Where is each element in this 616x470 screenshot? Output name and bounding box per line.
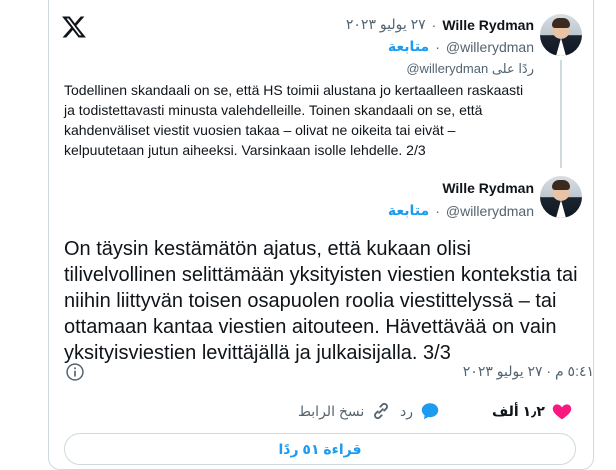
tweet1-author-name[interactable]: Wille Rydman (442, 17, 534, 33)
tweet2-text: On täysin kestämätön ajatus, että kukaan… (64, 238, 578, 364)
read-replies-button[interactable]: قراءة ٥١ ردًا (64, 433, 576, 465)
tweet2-header-row1: Wille Rydman (442, 180, 534, 196)
tweet2-header-row2: متابعة · @willerydman (388, 202, 534, 219)
tweet1-follow-button[interactable]: متابعة (388, 38, 429, 55)
tweet1-text: Todellinen skandaali on se, että HS toim… (64, 82, 524, 158)
tweet2-author-handle[interactable]: @willerydman (446, 203, 534, 219)
tweet2-author-name[interactable]: Wille Rydman (442, 180, 534, 196)
reply-action[interactable]: رد (400, 400, 441, 422)
replying-to-prefix: ردًا على (491, 61, 534, 76)
tweet1-date[interactable]: ٢٧ يوليو ٢٠٢٣ (346, 16, 426, 33)
separator-dot: · (435, 38, 440, 55)
tweet2-timestamp[interactable]: ٥:٤١ م · ٢٧ يوليو ٢٠٢٣ (463, 363, 594, 380)
replying-to-line: ردًا على @willerydman (406, 61, 534, 77)
avatar[interactable] (540, 14, 582, 56)
heart-icon[interactable] (551, 400, 573, 422)
avatar[interactable] (540, 176, 582, 218)
tweet2-follow-button[interactable]: متابعة (388, 202, 429, 219)
replying-to-handle[interactable]: @willerydman (406, 61, 488, 76)
separator-dot: · (431, 16, 437, 33)
reply-bubble-icon[interactable] (419, 400, 441, 422)
like-action[interactable]: ١٫٢ ألف (492, 400, 573, 422)
tweet1-header-row1: ٢٧ يوليو ٢٠٢٣ · Wille Rydman (346, 16, 534, 33)
reply-label: رد (400, 402, 413, 419)
tweet1-header-row2: متابعة · @willerydman (388, 38, 534, 55)
separator-dot: · (435, 202, 440, 219)
likes-count: ١٫٢ ألف (492, 402, 545, 419)
copy-link-action[interactable]: نسخ الرابط (298, 400, 392, 422)
thread-connector-line (560, 60, 562, 168)
copy-link-label: نسخ الرابط (298, 402, 365, 419)
link-icon[interactable] (370, 400, 392, 422)
x-logo-icon[interactable] (61, 14, 87, 40)
info-icon[interactable] (65, 362, 85, 382)
tweet1-author-handle[interactable]: @willerydman (446, 39, 534, 55)
